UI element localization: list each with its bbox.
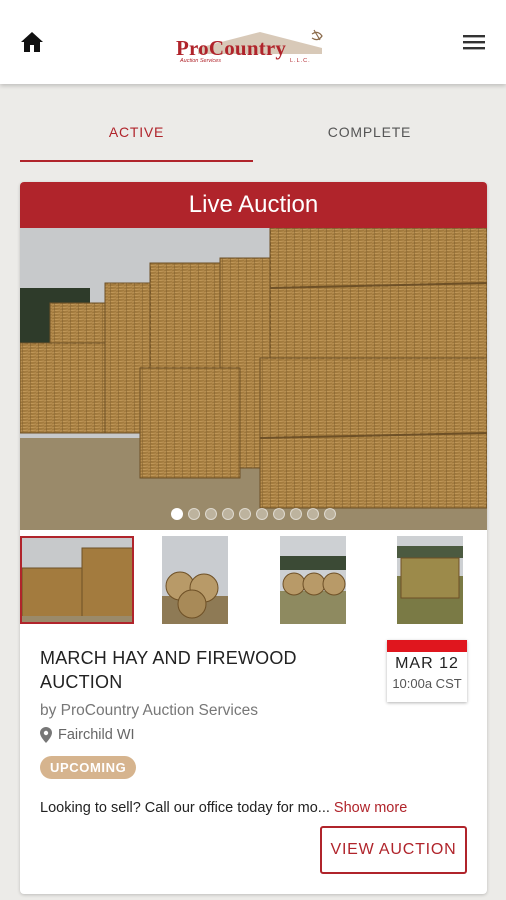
thumbnail-3[interactable] bbox=[280, 536, 346, 624]
location-label: Fairchild WI bbox=[58, 727, 135, 743]
carousel-indicators bbox=[20, 508, 487, 520]
auction-description: Looking to sell? Call our office today f… bbox=[40, 800, 407, 816]
home-icon bbox=[21, 32, 43, 52]
carousel-dot[interactable] bbox=[171, 508, 183, 520]
carousel-dot[interactable] bbox=[324, 508, 336, 520]
auction-tabs: ACTIVE COMPLETE bbox=[20, 108, 486, 162]
auction-card[interactable]: Live Auction MARCH HAY AND FIREWOOD AUCT… bbox=[20, 182, 487, 894]
hay-bales-photo bbox=[20, 228, 487, 530]
carousel-dot[interactable] bbox=[239, 508, 251, 520]
tab-active[interactable]: ACTIVE bbox=[20, 108, 253, 162]
menu-button[interactable] bbox=[458, 26, 490, 58]
hamburger-menu-icon bbox=[463, 35, 485, 50]
date-badge-band bbox=[387, 640, 467, 652]
date-day: 12 bbox=[439, 655, 459, 672]
auction-image-carousel[interactable] bbox=[20, 228, 487, 530]
auction-byline: by ProCountry Auction Services bbox=[40, 702, 258, 719]
description-text: Looking to sell? Call our office today f… bbox=[40, 800, 330, 816]
auction-time: 10:00a CST bbox=[392, 676, 462, 691]
app-header: ProCountry Auction Services L.L.C. bbox=[0, 0, 506, 84]
carousel-dot[interactable] bbox=[256, 508, 268, 520]
carousel-dot[interactable] bbox=[290, 508, 302, 520]
date-month: MAR bbox=[395, 655, 434, 672]
procountry-logo[interactable]: ProCountry Auction Services L.L.C. bbox=[172, 28, 334, 70]
thumbnail-strip bbox=[20, 534, 487, 626]
thumbnail-2[interactable] bbox=[162, 536, 228, 624]
carousel-dot[interactable] bbox=[273, 508, 285, 520]
live-auction-banner: Live Auction bbox=[20, 182, 487, 228]
thumbnail-1[interactable] bbox=[20, 536, 134, 624]
logo-tagline: Auction Services bbox=[180, 58, 221, 64]
carousel-dot[interactable] bbox=[307, 508, 319, 520]
tab-complete[interactable]: COMPLETE bbox=[253, 108, 486, 162]
auction-title[interactable]: MARCH HAY AND FIREWOOD AUCTION bbox=[40, 646, 340, 694]
auction-date: MAR 12 bbox=[387, 655, 467, 673]
carousel-dot[interactable] bbox=[188, 508, 200, 520]
auction-location: Fairchild WI bbox=[40, 727, 135, 743]
home-button[interactable] bbox=[16, 26, 48, 58]
carousel-dot[interactable] bbox=[205, 508, 217, 520]
view-auction-button[interactable]: VIEW AUCTION bbox=[320, 826, 467, 874]
logo-suffix: L.L.C. bbox=[290, 58, 311, 64]
show-more-link[interactable]: Show more bbox=[334, 800, 407, 816]
thumbnail-4[interactable] bbox=[397, 536, 463, 624]
auction-date-badge: MAR 12 10:00a CST bbox=[387, 640, 467, 702]
status-badge: UPCOMING bbox=[40, 756, 137, 779]
carousel-dot[interactable] bbox=[222, 508, 234, 520]
map-pin-icon bbox=[40, 727, 52, 743]
